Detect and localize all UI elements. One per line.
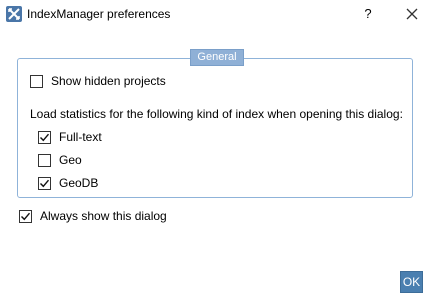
checkmark-icon bbox=[40, 133, 50, 141]
full-text-checkbox[interactable] bbox=[38, 130, 51, 144]
window-title: IndexManager preferences bbox=[27, 7, 171, 21]
close-button[interactable] bbox=[402, 4, 422, 24]
show-hidden-projects-checkbox[interactable] bbox=[30, 74, 43, 88]
close-icon bbox=[406, 8, 418, 20]
ok-button[interactable]: OK bbox=[400, 271, 423, 293]
index-kind-geo-option[interactable]: Geo bbox=[38, 152, 82, 168]
group-title-general: General bbox=[190, 49, 244, 66]
show-hidden-projects-label: Show hidden projects bbox=[51, 74, 166, 88]
checkmark-icon bbox=[40, 179, 50, 187]
load-statistics-label: Load statistics for the following kind o… bbox=[30, 107, 403, 121]
index-kind-geodb-option[interactable]: GeoDB bbox=[38, 175, 98, 191]
geodb-label: GeoDB bbox=[59, 176, 99, 190]
always-show-dialog-label: Always show this dialog bbox=[40, 209, 167, 223]
geodb-checkbox[interactable] bbox=[38, 176, 51, 190]
title-bar: IndexManager preferences ? bbox=[0, 0, 434, 28]
geo-checkbox[interactable] bbox=[38, 153, 51, 167]
help-button[interactable]: ? bbox=[359, 4, 377, 24]
checkmark-icon bbox=[21, 212, 31, 220]
app-icon bbox=[6, 6, 22, 22]
show-hidden-projects-option[interactable]: Show hidden projects bbox=[30, 73, 166, 89]
full-text-label: Full-text bbox=[59, 130, 102, 144]
geo-label: Geo bbox=[59, 153, 82, 167]
always-show-dialog-checkbox[interactable] bbox=[19, 209, 32, 223]
index-kind-full-text-option[interactable]: Full-text bbox=[38, 129, 102, 145]
always-show-dialog-option[interactable]: Always show this dialog bbox=[19, 208, 167, 224]
